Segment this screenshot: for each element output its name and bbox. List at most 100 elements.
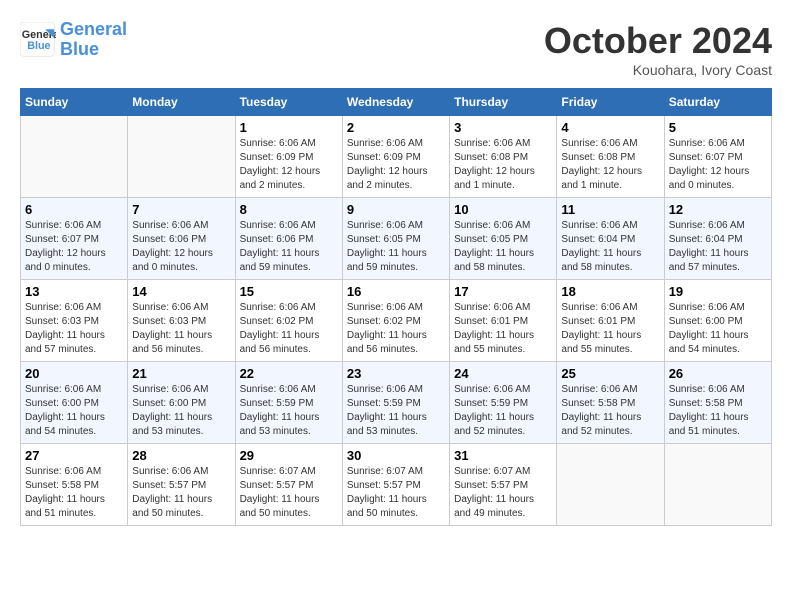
weekday-header-wednesday: Wednesday: [342, 89, 449, 116]
page-header: General Blue GeneralBlue October 2024 Ko…: [20, 20, 772, 78]
month-title: October 2024: [544, 20, 772, 62]
day-info: Sunrise: 6:06 AM Sunset: 6:09 PM Dayligh…: [347, 137, 445, 193]
calendar-cell: 11 Sunrise: 6:06 AM Sunset: 6:04 PM Dayli…: [557, 198, 664, 280]
day-info: Sunrise: 6:06 AM Sunset: 6:05 PM Dayligh…: [454, 219, 552, 275]
day-number: 14: [132, 284, 230, 299]
day-info: Sunrise: 6:06 AM Sunset: 6:06 PM Dayligh…: [132, 219, 230, 275]
logo-text: GeneralBlue: [60, 20, 127, 60]
calendar-body: 1 Sunrise: 6:06 AM Sunset: 6:09 PM Daylig…: [21, 116, 772, 526]
calendar-cell: 31Sunrise: 6:07 AM Sunset: 5:57 PM Dayli…: [450, 444, 557, 526]
day-info: Sunrise: 6:06 AM Sunset: 6:03 PM Dayligh…: [25, 301, 123, 357]
day-info: Sunrise: 6:06 AM Sunset: 6:01 PM Dayligh…: [561, 301, 659, 357]
day-number: 29: [240, 448, 338, 463]
calendar-cell: 16 Sunrise: 6:06 AM Sunset: 6:02 PM Dayli…: [342, 280, 449, 362]
calendar-cell: 6 Sunrise: 6:06 AM Sunset: 6:07 PM Daylig…: [21, 198, 128, 280]
calendar-cell: 9 Sunrise: 6:06 AM Sunset: 6:05 PM Daylig…: [342, 198, 449, 280]
day-info: Sunrise: 6:06 AM Sunset: 6:08 PM Dayligh…: [454, 137, 552, 193]
day-number: 4: [561, 120, 659, 135]
day-info: Sunrise: 6:06 AM Sunset: 6:08 PM Dayligh…: [561, 137, 659, 193]
day-info: Sunrise: 6:06 AM Sunset: 5:59 PM Dayligh…: [454, 383, 552, 439]
calendar-cell: 29 Sunrise: 6:07 AM Sunset: 5:57 PM Dayli…: [235, 444, 342, 526]
day-number: 19: [669, 284, 767, 299]
day-info: Sunrise: 6:06 AM Sunset: 6:02 PM Dayligh…: [347, 301, 445, 357]
day-info: Sunrise: 6:06 AM Sunset: 5:58 PM Dayligh…: [561, 383, 659, 439]
day-info: Sunrise: 6:06 AM Sunset: 6:02 PM Dayligh…: [240, 301, 338, 357]
day-info: Sunrise: 6:06 AM Sunset: 5:59 PM Dayligh…: [347, 383, 445, 439]
day-number: 27: [25, 448, 123, 463]
day-info: Sunrise: 6:06 AM Sunset: 6:07 PM Dayligh…: [25, 219, 123, 275]
calendar-cell: 10 Sunrise: 6:06 AM Sunset: 6:05 PM Dayli…: [450, 198, 557, 280]
calendar-week-3: 13 Sunrise: 6:06 AM Sunset: 6:03 PM Dayli…: [21, 280, 772, 362]
day-number: 7: [132, 202, 230, 217]
weekday-header-tuesday: Tuesday: [235, 89, 342, 116]
calendar-cell: 20Sunrise: 6:06 AM Sunset: 6:00 PM Dayli…: [21, 362, 128, 444]
day-number: 11: [561, 202, 659, 217]
calendar-cell: 12 Sunrise: 6:06 AM Sunset: 6:04 PM Dayli…: [664, 198, 771, 280]
calendar-cell: 30 Sunrise: 6:07 AM Sunset: 5:57 PM Dayli…: [342, 444, 449, 526]
day-number: 16: [347, 284, 445, 299]
calendar-cell: 23 Sunrise: 6:06 AM Sunset: 5:59 PM Dayli…: [342, 362, 449, 444]
calendar-cell: [557, 444, 664, 526]
day-number: 12: [669, 202, 767, 217]
day-number: 18: [561, 284, 659, 299]
day-info: Sunrise: 6:07 AM Sunset: 5:57 PM Dayligh…: [454, 465, 552, 521]
calendar-cell: 19 Sunrise: 6:06 AM Sunset: 6:00 PM Dayli…: [664, 280, 771, 362]
calendar-cell: 28 Sunrise: 6:06 AM Sunset: 5:57 PM Dayli…: [128, 444, 235, 526]
day-info: Sunrise: 6:06 AM Sunset: 5:58 PM Dayligh…: [25, 465, 123, 521]
calendar-cell: 5Sunrise: 6:06 AM Sunset: 6:07 PM Daylig…: [664, 116, 771, 198]
calendar-cell: 17 Sunrise: 6:06 AM Sunset: 6:01 PM Dayli…: [450, 280, 557, 362]
day-info: Sunrise: 6:06 AM Sunset: 6:00 PM Dayligh…: [669, 301, 767, 357]
day-number: 30: [347, 448, 445, 463]
calendar-cell: 27 Sunrise: 6:06 AM Sunset: 5:58 PM Dayli…: [21, 444, 128, 526]
day-info: Sunrise: 6:06 AM Sunset: 6:01 PM Dayligh…: [454, 301, 552, 357]
calendar-cell: 24 Sunrise: 6:06 AM Sunset: 5:59 PM Dayli…: [450, 362, 557, 444]
day-info: Sunrise: 6:06 AM Sunset: 6:00 PM Dayligh…: [25, 383, 123, 439]
day-number: 3: [454, 120, 552, 135]
day-info: Sunrise: 6:06 AM Sunset: 5:57 PM Dayligh…: [132, 465, 230, 521]
calendar-cell: 2Sunrise: 6:06 AM Sunset: 6:09 PM Daylig…: [342, 116, 449, 198]
day-info: Sunrise: 6:07 AM Sunset: 5:57 PM Dayligh…: [347, 465, 445, 521]
weekday-header-friday: Friday: [557, 89, 664, 116]
day-info: Sunrise: 6:06 AM Sunset: 6:04 PM Dayligh…: [561, 219, 659, 275]
day-info: Sunrise: 6:06 AM Sunset: 6:04 PM Dayligh…: [669, 219, 767, 275]
day-number: 26: [669, 366, 767, 381]
day-number: 28: [132, 448, 230, 463]
calendar-cell: 25 Sunrise: 6:06 AM Sunset: 5:58 PM Dayli…: [557, 362, 664, 444]
day-info: Sunrise: 6:06 AM Sunset: 6:05 PM Dayligh…: [347, 219, 445, 275]
day-info: Sunrise: 6:06 AM Sunset: 6:06 PM Dayligh…: [240, 219, 338, 275]
day-number: 15: [240, 284, 338, 299]
calendar-cell: 8Sunrise: 6:06 AM Sunset: 6:06 PM Daylig…: [235, 198, 342, 280]
day-number: 25: [561, 366, 659, 381]
weekday-row: SundayMondayTuesdayWednesdayThursdayFrid…: [21, 89, 772, 116]
weekday-header-thursday: Thursday: [450, 89, 557, 116]
calendar-cell: [21, 116, 128, 198]
calendar-week-5: 27 Sunrise: 6:06 AM Sunset: 5:58 PM Dayli…: [21, 444, 772, 526]
day-number: 17: [454, 284, 552, 299]
title-block: October 2024 Kouohara, Ivory Coast: [544, 20, 772, 78]
day-number: 1: [240, 120, 338, 135]
day-number: 23: [347, 366, 445, 381]
calendar-cell: 3 Sunrise: 6:06 AM Sunset: 6:08 PM Daylig…: [450, 116, 557, 198]
calendar-cell: 14Sunrise: 6:06 AM Sunset: 6:03 PM Dayli…: [128, 280, 235, 362]
day-info: Sunrise: 6:07 AM Sunset: 5:57 PM Dayligh…: [240, 465, 338, 521]
day-number: 6: [25, 202, 123, 217]
logo-icon: General Blue: [20, 22, 56, 58]
day-number: 10: [454, 202, 552, 217]
svg-text:Blue: Blue: [27, 40, 50, 52]
day-info: Sunrise: 6:06 AM Sunset: 6:07 PM Dayligh…: [669, 137, 767, 193]
calendar-cell: 7 Sunrise: 6:06 AM Sunset: 6:06 PM Daylig…: [128, 198, 235, 280]
calendar-table: SundayMondayTuesdayWednesdayThursdayFrid…: [20, 88, 772, 526]
location-subtitle: Kouohara, Ivory Coast: [544, 62, 772, 78]
calendar-cell: [664, 444, 771, 526]
day-number: 9: [347, 202, 445, 217]
day-number: 22: [240, 366, 338, 381]
day-number: 21: [132, 366, 230, 381]
calendar-cell: 13 Sunrise: 6:06 AM Sunset: 6:03 PM Dayli…: [21, 280, 128, 362]
logo: General Blue GeneralBlue: [20, 20, 127, 60]
day-number: 13: [25, 284, 123, 299]
calendar-week-2: 6 Sunrise: 6:06 AM Sunset: 6:07 PM Daylig…: [21, 198, 772, 280]
day-number: 24: [454, 366, 552, 381]
calendar-cell: 18 Sunrise: 6:06 AM Sunset: 6:01 PM Dayli…: [557, 280, 664, 362]
weekday-header-sunday: Sunday: [21, 89, 128, 116]
calendar-cell: [128, 116, 235, 198]
